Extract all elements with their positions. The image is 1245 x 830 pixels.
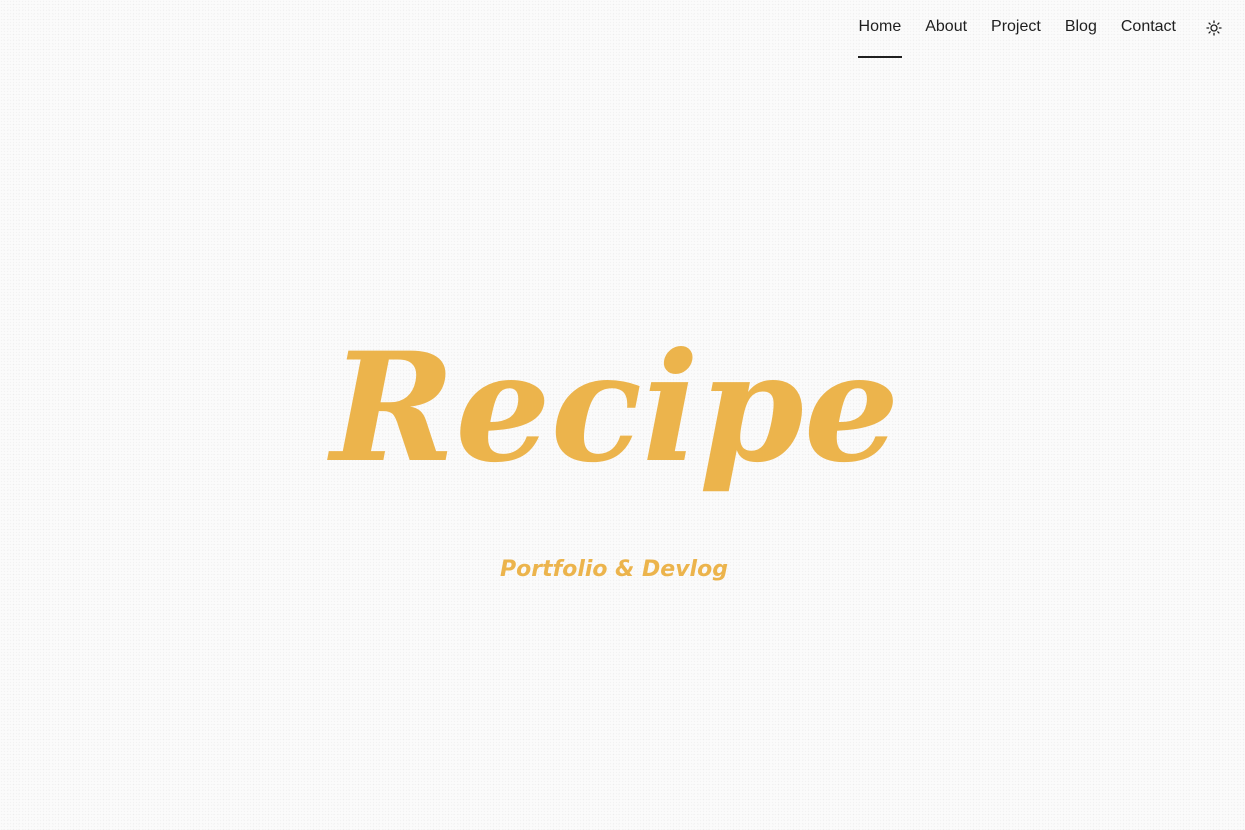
logo-subtitle: Portfolio & Devlog xyxy=(500,557,728,582)
logo-title: Recipe xyxy=(327,320,900,496)
recipe-logo: Recipe Portfolio & Devlog xyxy=(327,320,900,582)
hero-section: Recipe Portfolio & Devlog xyxy=(0,0,1245,830)
